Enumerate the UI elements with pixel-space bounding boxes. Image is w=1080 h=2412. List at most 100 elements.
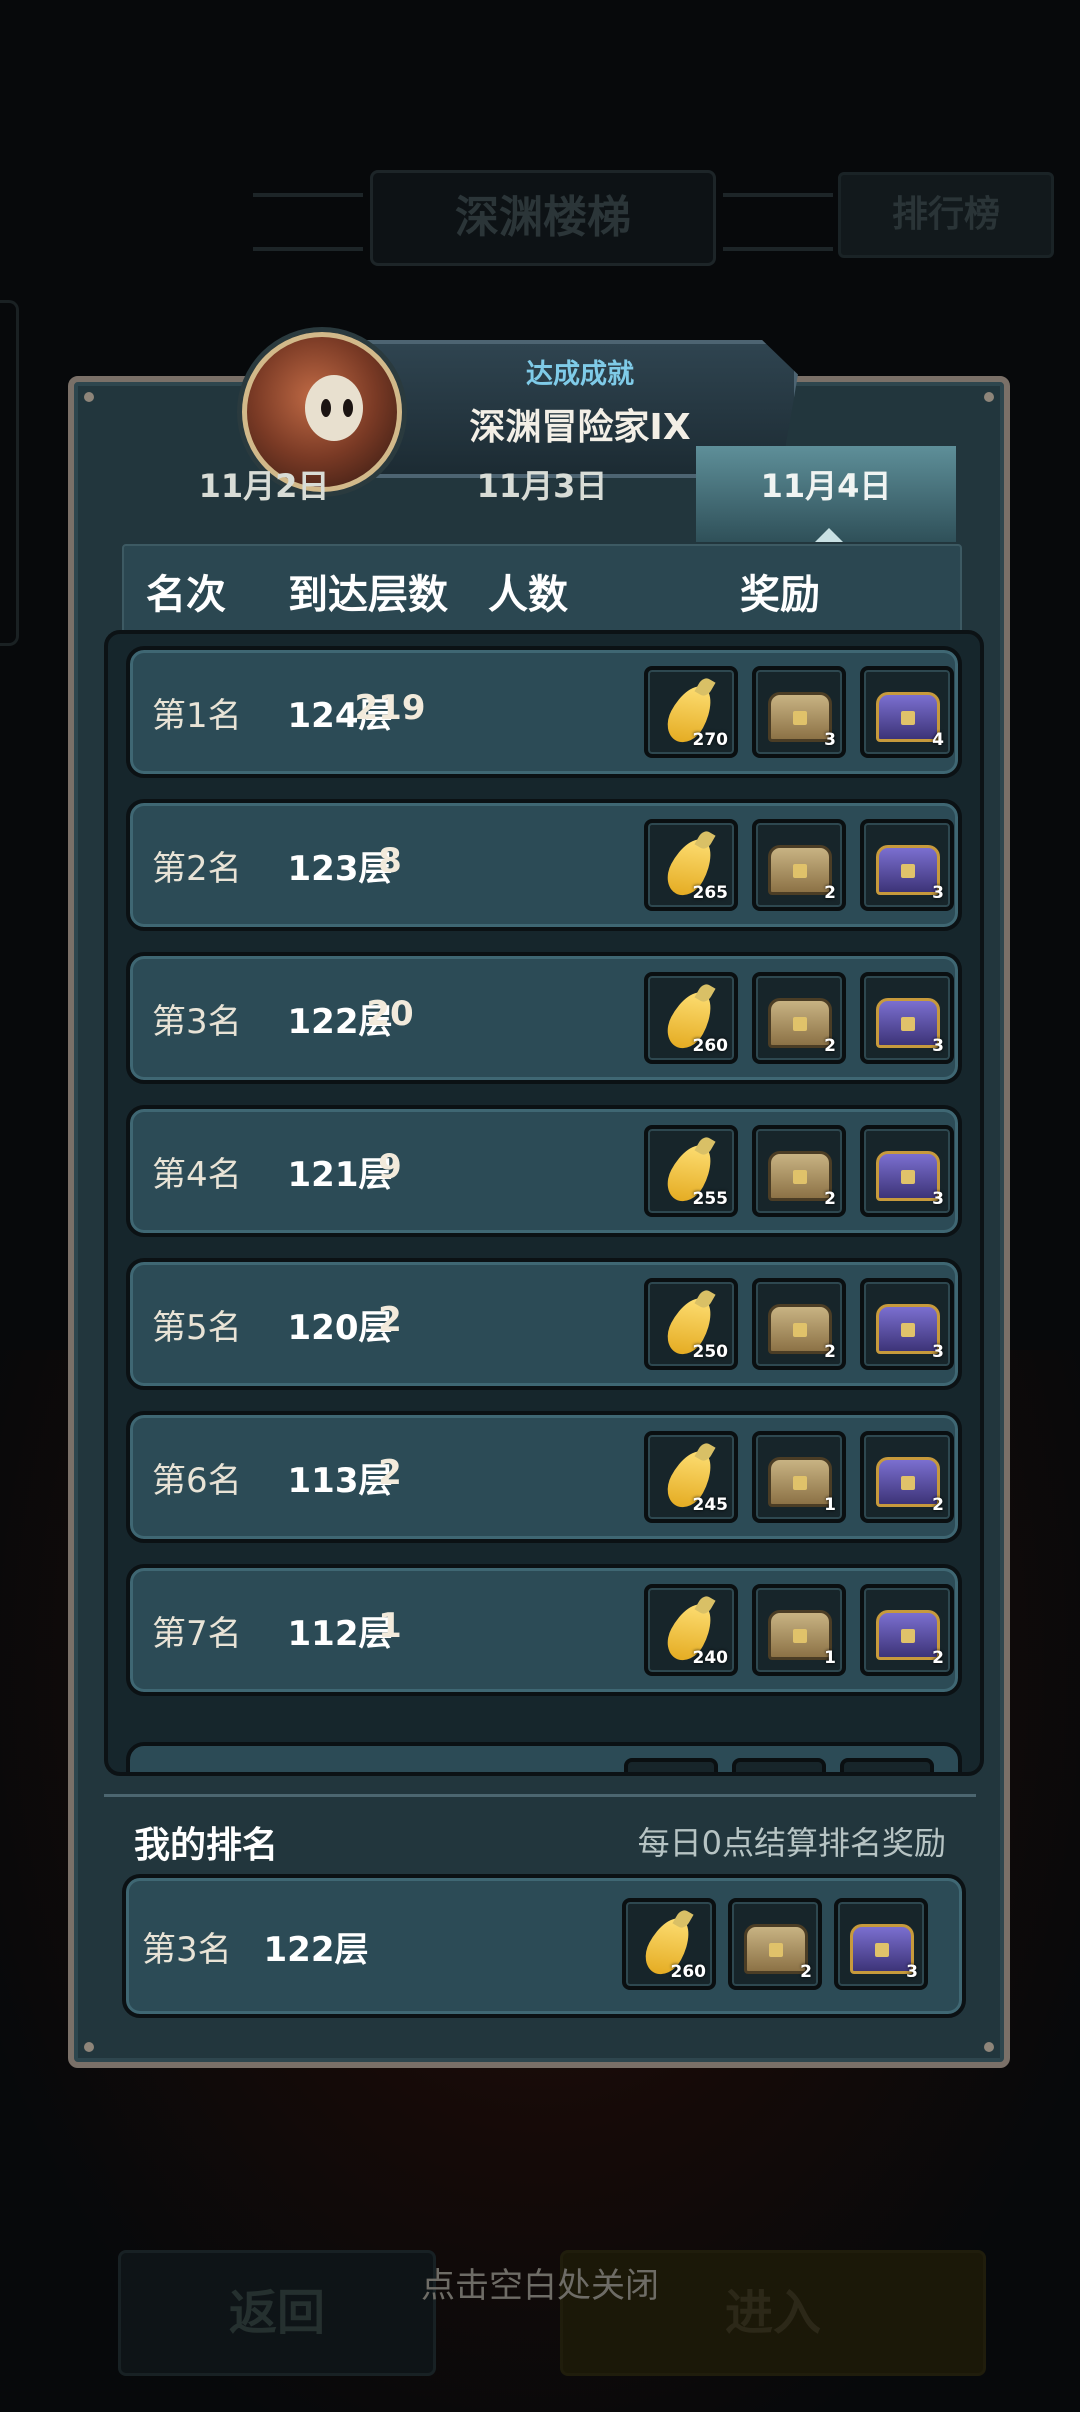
row-rank: 第7名 [152,1614,242,1654]
lock-icon [793,1017,807,1031]
panel-bolt [84,392,94,402]
reward-gold-chest[interactable]: 2 [752,819,846,911]
reward-quantity: 3 [932,1036,944,1056]
reward-gold-chest[interactable]: 2 [752,972,846,1064]
reward-quantity: 265 [692,883,729,903]
row-count: 8 [378,841,402,881]
side-tab [0,300,19,646]
row-count: 219 [354,688,426,728]
close-hint[interactable]: 点击空白处关闭 [0,2258,1080,2307]
reward-quantity: 260 [692,1036,729,1056]
lock-icon [793,1323,807,1337]
ranking-row: 第4名 121层 9 255 2 3 [126,1105,962,1237]
reward-quantity: 3 [932,1342,944,1362]
reward-quantity: 2 [824,1036,836,1056]
reward-carrot[interactable]: 255 [644,1125,738,1217]
reward-purple-chest[interactable]: 3 [860,819,954,911]
reward-purple-chest[interactable]: 4 [860,666,954,758]
settlement-note: 每日0点结算排名奖励 [637,1824,946,1862]
tab-nov-2[interactable]: 11月2日 [134,446,394,542]
reward-quantity: 240 [692,1648,729,1668]
achievement-subtitle: 达成成就 [526,359,634,390]
row-count: 1 [378,1606,402,1646]
reward-quantity: 260 [670,1962,707,1982]
row-rank: 第3名 [152,1002,242,1042]
reward-purple-chest[interactable]: 3 [860,1125,954,1217]
avatar-eye [321,399,331,417]
reward-quantity: 2 [824,1342,836,1362]
ranking-row: 第3名 122层 20 260 2 3 [126,952,962,1084]
background-title-text: 深渊楼梯 [455,192,631,243]
lock-icon [793,1629,807,1643]
lock-icon [769,1943,783,1957]
panel-bolt [984,392,994,402]
reward-gold-chest[interactable]: 3 [752,666,846,758]
reward-slot-partial [840,1758,934,1772]
purple-chest-icon [876,998,940,1048]
row-rank: 第2名 [152,849,242,889]
ranking-list[interactable]: 第1名 124层 219 270 3 4 第2名 123层 8 265 2 3 第3名 122层 20 260… [104,630,984,1776]
list-row-partial [126,1742,962,1772]
gold-chest-icon [768,1151,832,1201]
reward-carrot[interactable]: 260 [644,972,738,1064]
lock-icon [901,1017,915,1031]
reward-gold-chest[interactable]: 1 [752,1431,846,1523]
ranking-row: 第5名 120层 2 250 2 3 [126,1258,962,1390]
reward-quantity: 2 [932,1648,944,1668]
reward-quantity: 3 [932,1189,944,1209]
reward-quantity: 245 [692,1495,729,1515]
header-floor: 到达层数 [288,572,448,618]
reward-quantity: 2 [824,1189,836,1209]
gold-chest-icon [768,998,832,1048]
lock-icon [901,1323,915,1337]
row-rank: 第1名 [152,696,242,736]
leaderboard-button[interactable]: 排行榜 [838,172,1054,258]
lock-icon [875,1943,889,1957]
ranking-row: 第2名 123层 8 265 2 3 [126,799,962,931]
lock-icon [793,864,807,878]
gold-chest-icon [768,1304,832,1354]
purple-chest-icon [876,1457,940,1507]
achievement-title: 深渊冒险家IX [469,407,691,448]
panel-bolt [984,2042,994,2052]
reward-purple-chest[interactable]: 3 [860,972,954,1064]
avatar-face [305,375,363,441]
ranking-row: 第7名 112层 1 240 1 2 [126,1564,962,1696]
purple-chest-icon [850,1924,914,1974]
reward-carrot[interactable]: 245 [644,1431,738,1523]
reward-gold-chest[interactable]: 2 [728,1898,822,1990]
reward-purple-chest[interactable]: 3 [860,1278,954,1370]
ranking-row: 第6名 113层 2 245 1 2 [126,1411,962,1543]
reward-carrot[interactable]: 240 [644,1584,738,1676]
reward-purple-chest[interactable]: 3 [834,1898,928,1990]
row-count: 2 [378,1453,402,1493]
reward-gold-chest[interactable]: 2 [752,1125,846,1217]
ranking-row: 第1名 124层 219 270 3 4 [126,646,962,778]
reward-quantity: 3 [824,730,836,750]
section-divider [104,1794,976,1797]
lock-icon [901,864,915,878]
reward-carrot[interactable]: 260 [622,1898,716,1990]
reward-carrot[interactable]: 270 [644,666,738,758]
reward-carrot[interactable]: 265 [644,819,738,911]
reward-gold-chest[interactable]: 1 [752,1584,846,1676]
gold-chest-icon [768,692,832,742]
reward-purple-chest[interactable]: 2 [860,1431,954,1523]
reward-quantity: 250 [692,1342,729,1362]
gold-chest-icon [744,1924,808,1974]
lock-icon [901,711,915,725]
reward-quantity: 3 [932,883,944,903]
reward-slot-partial [624,1758,718,1772]
reward-gold-chest[interactable]: 2 [752,1278,846,1370]
lock-icon [793,1476,807,1490]
lock-icon [901,1629,915,1643]
reward-purple-chest[interactable]: 2 [860,1584,954,1676]
tab-nov-3[interactable]: 11月3日 [412,446,672,542]
my-floor: 122层 [263,1930,369,1970]
reward-carrot[interactable]: 250 [644,1278,738,1370]
lock-icon [901,1170,915,1184]
title-ornament-right [723,193,833,251]
gold-chest-icon [768,1610,832,1660]
lock-icon [901,1476,915,1490]
reward-quantity: 1 [824,1495,836,1515]
